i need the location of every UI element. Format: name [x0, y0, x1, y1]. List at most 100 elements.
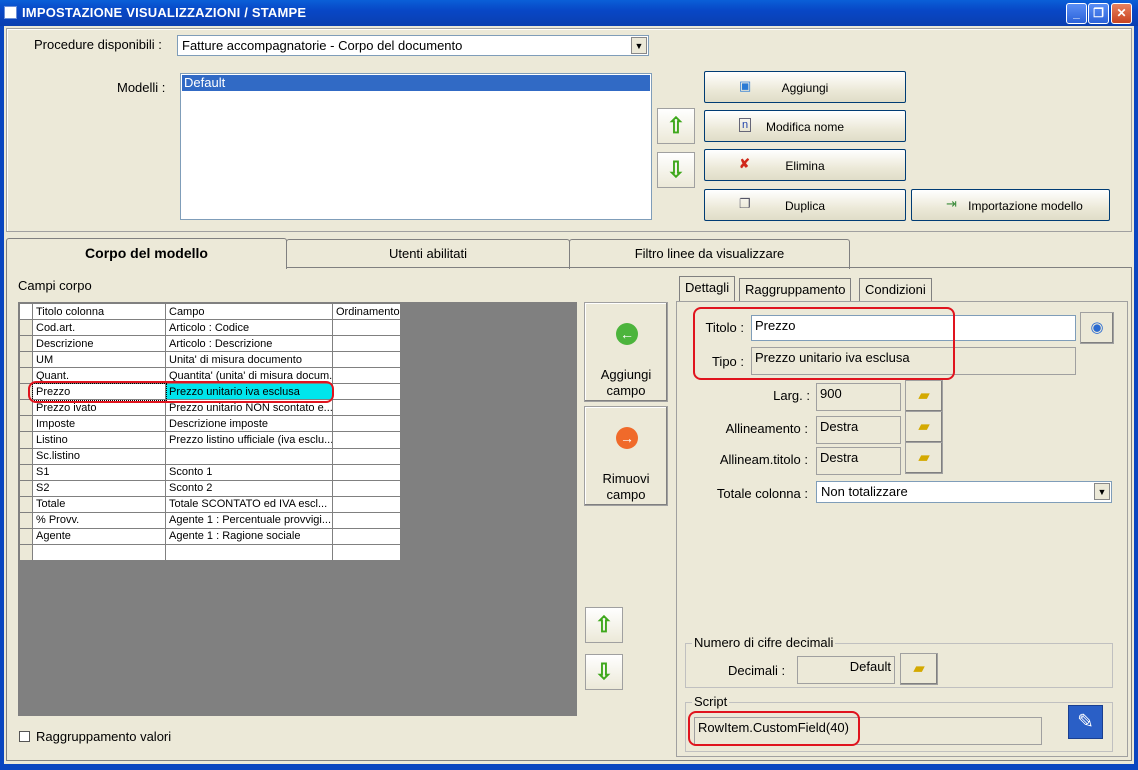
decimali-field[interactable]: Default	[797, 656, 895, 684]
rimuovi-campo-button[interactable]: → Rimuovi campo	[584, 406, 668, 506]
table-cell[interactable]: Descrizione imposte	[165, 415, 333, 433]
subtab-condizioni[interactable]: Condizioni	[859, 278, 932, 302]
table-cell[interactable]: Cod.art.	[32, 318, 166, 337]
table-cell[interactable]: Articolo : Codice	[165, 318, 333, 337]
allineamento-field[interactable]: Destra	[816, 416, 901, 444]
table-cell[interactable]	[165, 543, 333, 562]
subtab-raggruppamento[interactable]: Raggruppamento	[739, 278, 852, 302]
table-cell[interactable]	[332, 511, 401, 529]
table-row[interactable]: % Provv. Agente 1 : Percentuale provvigi.…	[19, 511, 401, 529]
table-row[interactable]: Agente Agente 1 : Ragione sociale	[19, 527, 401, 545]
row-selector[interactable]	[19, 318, 33, 337]
table-row[interactable]: Cod.art. Articolo : Codice	[19, 318, 401, 337]
fields-grid[interactable]: Titolo colonna Campo Ordinamento Cod.art…	[19, 303, 401, 562]
table-row[interactable]: S1 Sconto 1	[19, 463, 401, 481]
table-cell[interactable]: Descrizione	[32, 335, 166, 353]
maximize-button[interactable]: ❐	[1088, 3, 1109, 24]
table-cell[interactable]	[32, 543, 166, 562]
table-cell[interactable]: UM	[32, 351, 166, 369]
script-editor-icon[interactable]: ✎	[1068, 705, 1103, 739]
totale-colonna-select[interactable]: Non totalizzare ▼	[816, 481, 1112, 503]
raggruppamento-valori-checkbox[interactable]	[19, 731, 30, 742]
table-cell[interactable]	[332, 495, 401, 513]
row-selector[interactable]	[19, 527, 33, 545]
table-cell[interactable]	[332, 399, 401, 417]
allineam-titolo-field[interactable]: Destra	[816, 447, 901, 475]
row-selector[interactable]	[19, 431, 33, 449]
row-selector[interactable]	[19, 479, 33, 497]
field-move-down-button[interactable]: ⇩	[585, 654, 623, 690]
table-cell[interactable]	[332, 383, 401, 401]
table-cell[interactable]	[332, 447, 401, 465]
table-row[interactable]: Sc.listino	[19, 447, 401, 465]
tab-utenti-abilitati[interactable]: Utenti abilitati	[286, 239, 570, 269]
field-move-up-button[interactable]: ⇧	[585, 607, 623, 643]
table-cell[interactable]: Agente	[32, 527, 166, 545]
row-selector[interactable]	[19, 511, 33, 529]
table-cell[interactable]	[332, 351, 401, 369]
tab-filtro-linee[interactable]: Filtro linee da visualizzare	[569, 239, 850, 269]
table-cell[interactable]: Articolo : Descrizione	[165, 335, 333, 353]
table-cell[interactable]: % Provv.	[32, 511, 166, 529]
tab-corpo-del-modello[interactable]: Corpo del modello	[6, 238, 287, 269]
modifica-nome-button[interactable]: n Modifica nome	[704, 110, 906, 142]
table-cell[interactable]	[165, 447, 333, 465]
close-button[interactable]: ✕	[1111, 3, 1132, 24]
chevron-down-icon[interactable]: ▼	[631, 37, 647, 54]
folder-icon[interactable]: ▰	[905, 380, 943, 412]
table-cell[interactable]: S2	[32, 479, 166, 497]
table-row[interactable]: Totale Totale SCONTATO ed IVA escl...	[19, 495, 401, 513]
row-selector[interactable]	[19, 447, 33, 465]
table-cell[interactable]	[332, 527, 401, 545]
table-cell[interactable]: Totale	[32, 495, 166, 513]
table-cell[interactable]	[332, 367, 401, 385]
subtab-dettagli[interactable]: Dettagli	[679, 276, 736, 301]
table-cell[interactable]: Sc.listino	[32, 447, 166, 465]
row-selector[interactable]	[19, 399, 33, 417]
importazione-modello-button[interactable]: ⇥ Importazione modello	[911, 189, 1110, 221]
table-cell[interactable]: Listino	[32, 431, 166, 449]
folder-icon[interactable]: ▰	[900, 653, 938, 685]
table-row[interactable]: Listino Prezzo listino ufficiale (iva esc…	[19, 431, 401, 449]
row-selector[interactable]	[19, 367, 33, 385]
table-cell[interactable]: Unita' di misura documento	[165, 351, 333, 369]
aggiungi-button[interactable]: ▣ Aggiungi	[704, 71, 906, 103]
table-cell[interactable]	[332, 335, 401, 353]
column-header[interactable]: Titolo colonna	[32, 303, 166, 320]
table-cell[interactable]	[332, 479, 401, 497]
globe-icon[interactable]: ◉	[1080, 312, 1114, 344]
row-selector[interactable]	[19, 463, 33, 481]
elimina-button[interactable]: ✘ Elimina	[704, 149, 906, 181]
move-up-button[interactable]: ⇧	[657, 108, 695, 144]
table-cell[interactable]: Totale SCONTATO ed IVA escl...	[165, 495, 333, 513]
row-selector[interactable]	[19, 495, 33, 513]
table-cell[interactable]: Imposte	[32, 415, 166, 433]
row-selector[interactable]	[19, 351, 33, 369]
larg-field[interactable]: 900	[816, 383, 901, 411]
modelli-item-default[interactable]: Default	[182, 75, 650, 91]
table-cell[interactable]: Sconto 1	[165, 463, 333, 481]
table-row[interactable]: Descrizione Articolo : Descrizione	[19, 335, 401, 353]
table-cell[interactable]: Agente 1 : Ragione sociale	[165, 527, 333, 545]
table-cell[interactable]	[332, 543, 401, 562]
row-selector[interactable]	[19, 415, 33, 433]
modelli-list[interactable]: Default	[180, 73, 652, 220]
table-cell[interactable]: S1	[32, 463, 166, 481]
row-selector[interactable]	[19, 543, 33, 562]
table-row[interactable]	[19, 543, 401, 562]
procedure-select[interactable]: Fatture accompagnatorie - Corpo del docu…	[177, 35, 649, 56]
table-cell[interactable]: Sconto 2	[165, 479, 333, 497]
chevron-down-icon[interactable]: ▼	[1094, 483, 1110, 500]
column-header[interactable]: Campo	[165, 303, 333, 320]
row-selector[interactable]	[19, 335, 33, 353]
title-bar[interactable]: IMPOSTAZIONE VISUALIZZAZIONI / STAMPE _ …	[0, 0, 1138, 26]
table-row[interactable]: S2 Sconto 2	[19, 479, 401, 497]
table-row[interactable]: UM Unita' di misura documento	[19, 351, 401, 369]
folder-icon[interactable]: ▰	[905, 442, 943, 474]
column-header[interactable]: Ordinamento	[332, 303, 401, 320]
table-cell[interactable]	[332, 415, 401, 433]
table-row[interactable]: Imposte Descrizione imposte	[19, 415, 401, 433]
table-cell[interactable]: Agente 1 : Percentuale provvigi...	[165, 511, 333, 529]
table-cell[interactable]	[332, 463, 401, 481]
minimize-button[interactable]: _	[1066, 3, 1087, 24]
